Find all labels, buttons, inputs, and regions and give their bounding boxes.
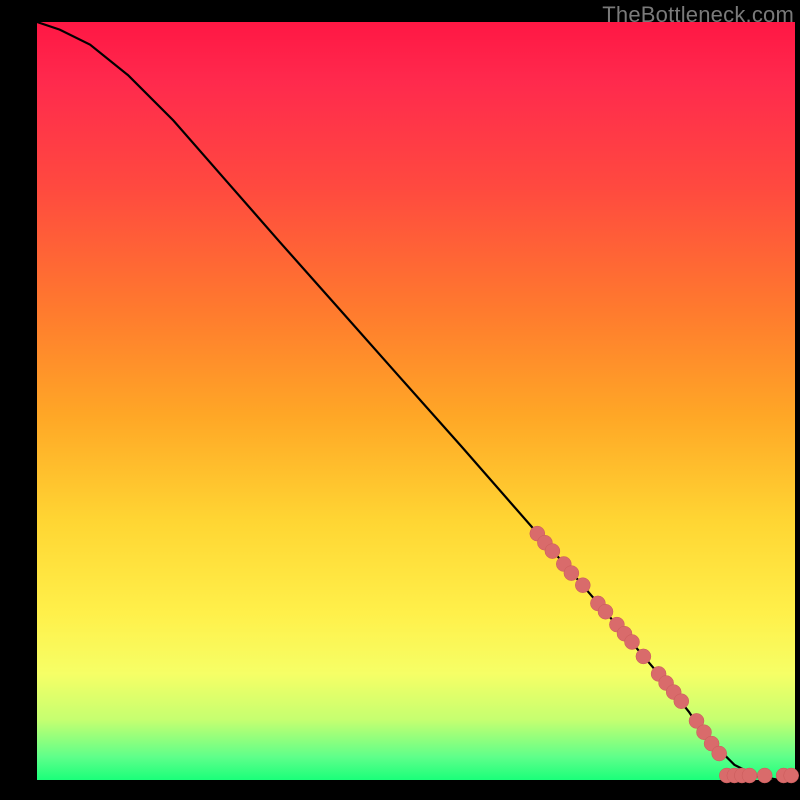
data-marker [598, 604, 613, 619]
attribution-label: TheBottleneck.com [602, 2, 794, 28]
bottleneck-curve [37, 22, 795, 780]
data-marker [742, 768, 757, 783]
chart-stage: TheBottleneck.com [0, 0, 800, 800]
data-marker [625, 635, 640, 650]
data-marker [564, 566, 579, 581]
data-marker [712, 746, 727, 761]
data-marker [575, 578, 590, 593]
data-marker [784, 768, 799, 783]
chart-overlay [37, 22, 795, 780]
data-marker [757, 768, 772, 783]
marker-layer [530, 526, 799, 783]
data-marker [545, 544, 560, 559]
data-marker [674, 694, 689, 709]
data-marker [636, 649, 651, 664]
